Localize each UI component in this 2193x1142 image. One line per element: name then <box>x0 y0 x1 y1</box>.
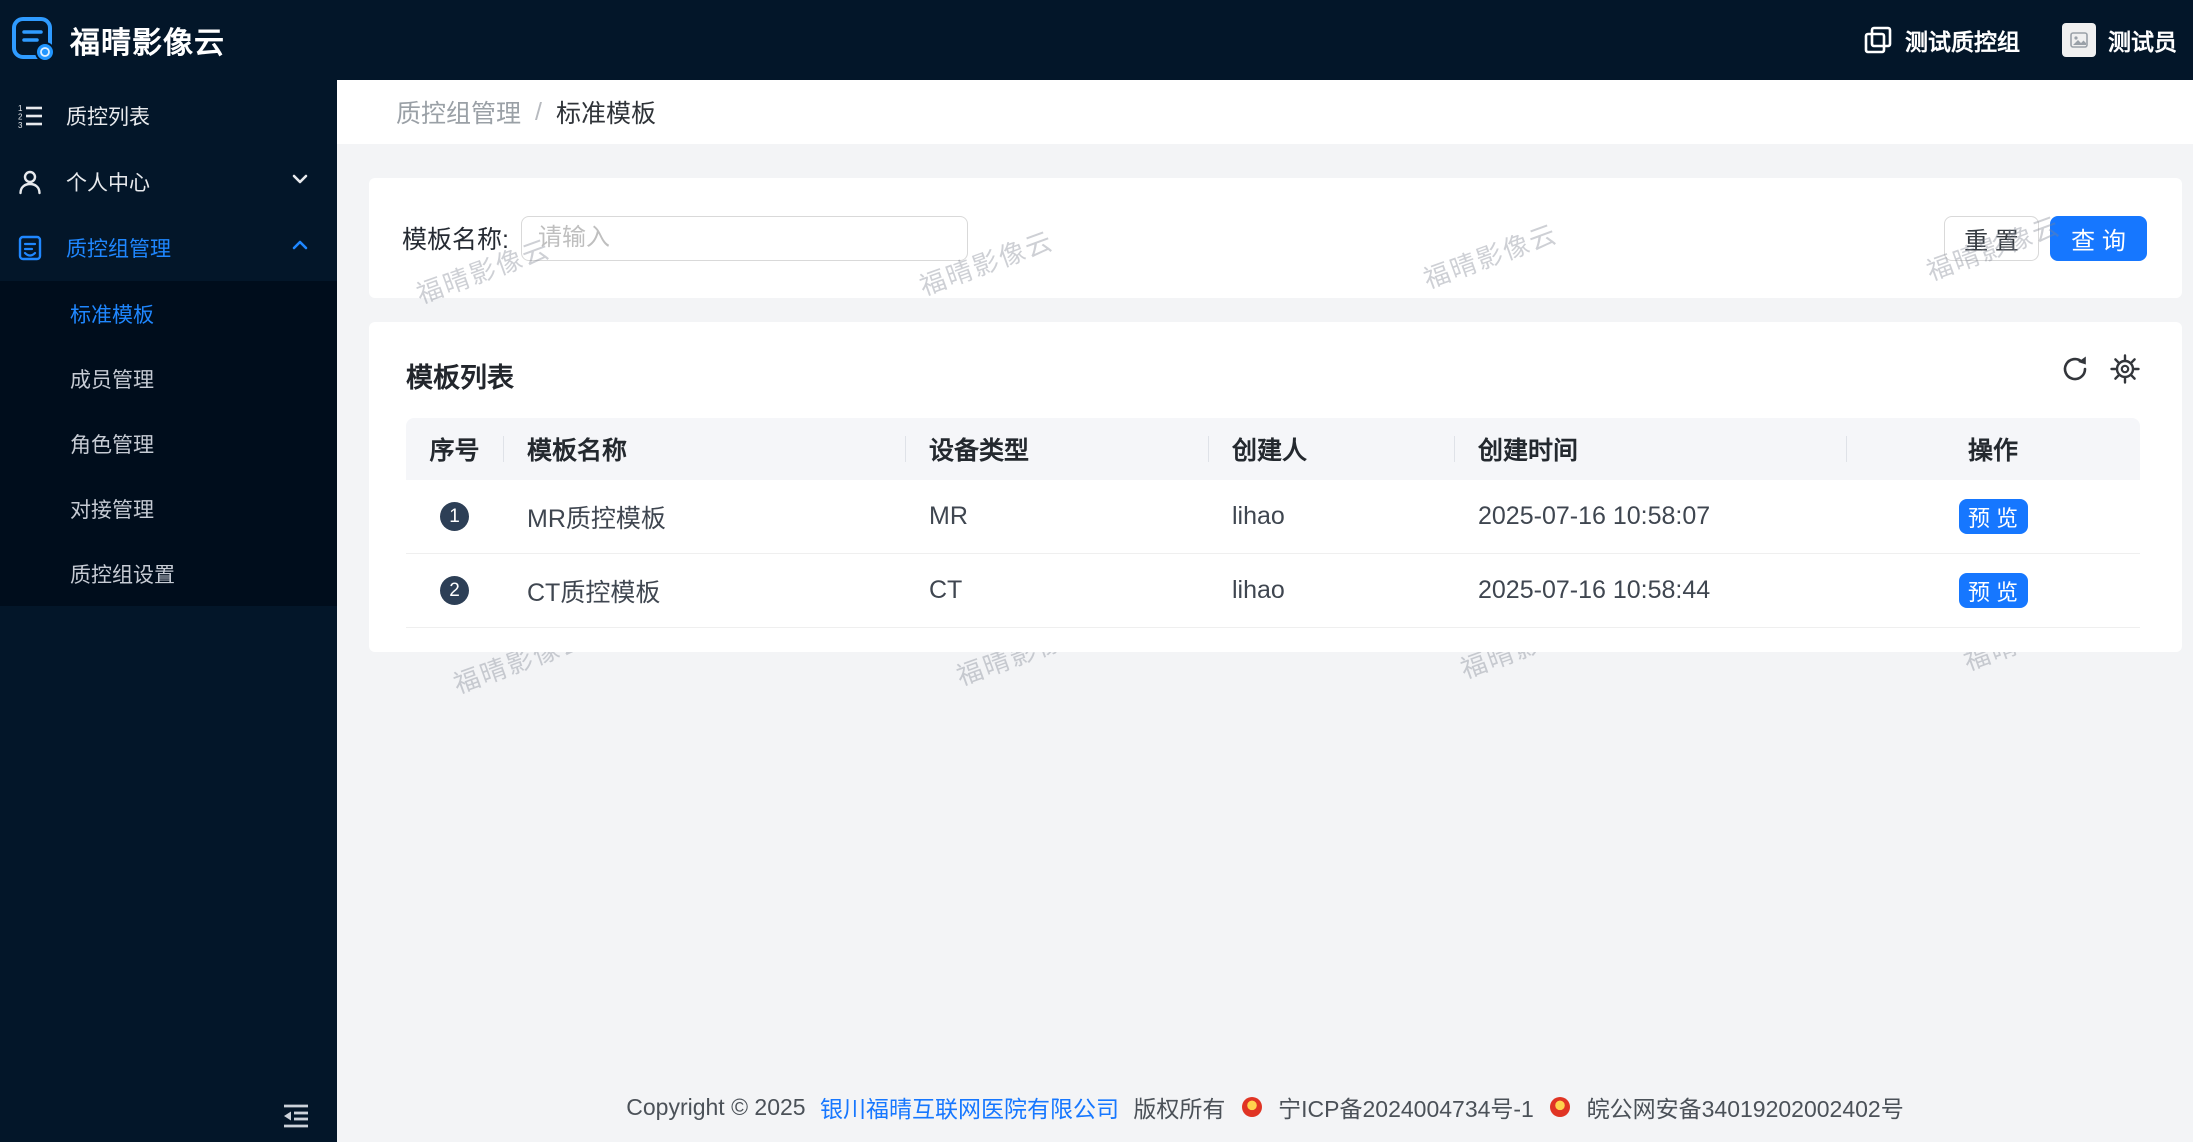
sidebar-menu: 1 2 3 质控列表 个人中心 质控组管理 标准模板 成员管理 角色管理 对接管… <box>0 80 337 606</box>
preview-button[interactable]: 预 览 <box>1958 499 2028 534</box>
sidebar-item-label: 质控列表 <box>66 106 150 129</box>
column-header: 创建人 <box>1208 418 1454 480</box>
sidebar-subitem-label: 角色管理 <box>70 433 154 457</box>
app-title: 福晴影像云 <box>70 27 225 60</box>
row-index-badge: 1 <box>440 502 469 531</box>
sidebar-item-qc-list[interactable]: 1 2 3 质控列表 <box>0 83 337 149</box>
footer-police: 皖公网安备34019202002402号 <box>1586 1096 1904 1122</box>
image-placeholder-icon <box>2070 32 2088 48</box>
sidebar-item-personal-center[interactable]: 个人中心 <box>0 149 337 215</box>
sidebar: 1 2 3 质控列表 个人中心 质控组管理 标准模板 成员管理 角色管理 对接管… <box>0 80 337 1142</box>
sidebar-item-label: 个人中心 <box>66 172 150 195</box>
breadcrumb-separator: / <box>535 97 542 126</box>
sidebar-subitem[interactable]: 对接管理 <box>0 476 337 541</box>
ordered-list-icon: 1 2 3 <box>17 103 43 130</box>
table-row: 2 CT质控模板 CT lihao 2025-07-16 10:58:44 预 览 <box>406 554 2140 628</box>
footer-copyright: Copyright © 2025 <box>626 1093 806 1120</box>
refresh-icon[interactable] <box>2060 354 2090 384</box>
cell-device: MR <box>929 502 968 530</box>
template-name-label: 模板名称: <box>402 226 509 254</box>
sidebar-subitem[interactable]: 标准模板 <box>0 281 337 346</box>
user-icon <box>17 169 43 195</box>
search-card: 模板名称: 重 置 查 询 <box>369 178 2182 298</box>
chevron-down-icon <box>289 168 311 196</box>
cell-created: 2025-07-16 10:58:44 <box>1478 576 1711 604</box>
chevron-up-icon <box>289 234 311 262</box>
cell-device: CT <box>929 576 963 604</box>
breadcrumb-current: 标准模板 <box>555 100 656 128</box>
sidebar-item-qc-group-mgmt[interactable]: 质控组管理 <box>0 215 337 281</box>
cell-actions: 预 览 <box>1846 573 2140 608</box>
cell-created: 2025-07-16 10:58:07 <box>1478 502 1711 530</box>
sidebar-subitem-label: 成员管理 <box>70 368 154 392</box>
sidebar-subitem[interactable]: 质控组设置 <box>0 541 337 606</box>
query-button[interactable]: 查 询 <box>2050 215 2147 261</box>
sidebar-submenu: 标准模板成员管理角色管理对接管理质控组设置 <box>0 281 337 606</box>
document-icon <box>17 235 43 261</box>
footer-rights: 版权所有 <box>1133 1096 1226 1122</box>
app-header: 福晴影像云 测试质控组 测试员 <box>0 0 2193 80</box>
template-list-card: 模板列表 序号 模板名称 设备类型 创建人 创建时间 操作 1 MR质控模板 M… <box>369 322 2182 652</box>
icp-emblem-icon <box>1241 1097 1262 1117</box>
reset-button[interactable]: 重 置 <box>1944 215 2039 261</box>
sidebar-subitem[interactable]: 角色管理 <box>0 411 337 476</box>
cell-name: CT质控模板 <box>527 578 661 607</box>
breadcrumb-parent[interactable]: 质控组管理 <box>396 94 521 130</box>
column-header: 序号 <box>429 437 480 465</box>
main-content: 福晴影像云福晴影像云福晴影像云福晴影像云 质控组管理 / 标准模板 模板名称: … <box>337 80 2193 1142</box>
column-header: 创建时间 <box>1454 418 1846 480</box>
template-table: 序号 模板名称 设备类型 创建人 创建时间 操作 1 MR质控模板 MR lihao 2025-0… <box>406 418 2140 628</box>
avatar[interactable] <box>2062 23 2096 57</box>
preview-button[interactable]: 预 览 <box>1958 573 2028 608</box>
breadcrumb: 质控组管理 / 标准模板 <box>337 80 2193 144</box>
page-footer: Copyright © 2025 银川福晴互联网医院有限公司 版权所有 宁ICP… <box>337 1090 2193 1124</box>
menu-fold-icon[interactable] <box>281 1100 311 1130</box>
switch-group-icon <box>1864 26 1892 54</box>
svg-text:3: 3 <box>18 121 23 129</box>
app-logo-icon <box>12 17 56 63</box>
sidebar-subitem-label: 对接管理 <box>70 498 154 522</box>
police-emblem-icon <box>1550 1097 1571 1117</box>
sidebar-subitem[interactable]: 成员管理 <box>0 346 337 411</box>
footer-company-link[interactable]: 银川福晴互联网医院有限公司 <box>820 1096 1119 1122</box>
group-name: 测试质控组 <box>1905 29 2020 55</box>
cell-creator: lihao <box>1232 576 1285 604</box>
cell-actions: 预 览 <box>1846 499 2140 534</box>
footer-icp: 宁ICP备2024004734号-1 <box>1278 1096 1534 1122</box>
row-index-cell: 2 <box>406 576 503 605</box>
sidebar-subitem-label: 标准模板 <box>70 303 154 327</box>
group-switcher[interactable]: 测试质控组 <box>1863 23 2020 57</box>
card-title: 模板列表 <box>406 363 514 393</box>
table-tools <box>2060 354 2140 384</box>
cell-creator: lihao <box>1232 502 1285 530</box>
column-header: 设备类型 <box>905 418 1208 480</box>
table-body: 1 MR质控模板 MR lihao 2025-07-16 10:58:07 预 览 2 CT质… <box>406 480 2140 628</box>
cell-name: MR质控模板 <box>527 504 666 533</box>
table-row: 1 MR质控模板 MR lihao 2025-07-16 10:58:07 预 览 <box>406 480 2140 554</box>
template-name-input[interactable] <box>520 215 968 261</box>
column-header: 模板名称 <box>503 418 905 480</box>
row-index-badge: 2 <box>440 576 469 605</box>
sidebar-item-label: 质控组管理 <box>66 238 171 261</box>
column-header: 操作 <box>1846 418 2140 480</box>
row-index-cell: 1 <box>406 502 503 531</box>
settings-gear-icon[interactable] <box>2110 354 2140 384</box>
user-name[interactable]: 测试员 <box>2108 23 2177 57</box>
table-header-row: 序号 模板名称 设备类型 创建人 创建时间 操作 <box>406 418 2140 480</box>
sidebar-subitem-label: 质控组设置 <box>70 563 175 587</box>
